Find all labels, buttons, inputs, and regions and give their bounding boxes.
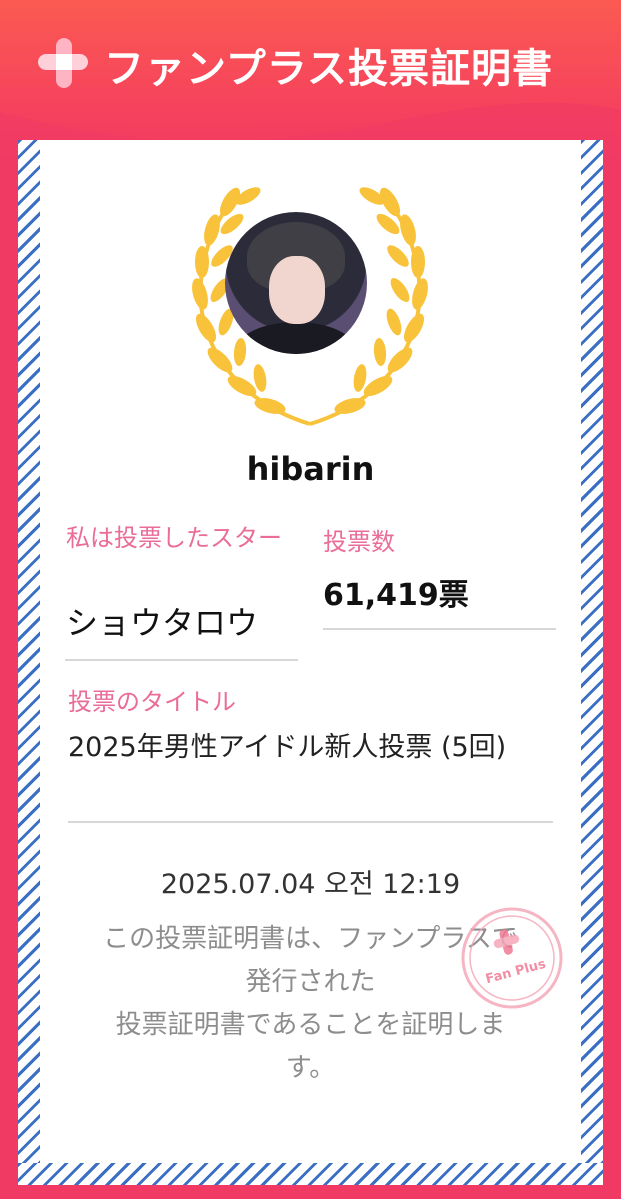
votes-label: 投票数 bbox=[323, 528, 395, 556]
vote-date: 2025.07.04 오전 12:19 bbox=[160, 869, 461, 900]
divider bbox=[65, 659, 298, 661]
certificate-line: 投票証明書であることを証明しま bbox=[115, 1010, 506, 1040]
votes-value: 61,419票 bbox=[323, 578, 469, 613]
page-title: ファンプラス投票証明書 bbox=[104, 46, 553, 92]
fanplus-cross-logo-icon bbox=[38, 38, 88, 88]
certificate-line: す。 bbox=[285, 1053, 336, 1083]
star-name: ショウタロウ bbox=[66, 604, 259, 642]
star-avatar bbox=[225, 212, 367, 354]
username: hibarin bbox=[246, 450, 375, 488]
star-label: 私は投票したスター bbox=[66, 524, 282, 552]
fanplus-stamp-icon: Fan Plus bbox=[461, 907, 563, 1009]
divider bbox=[323, 628, 556, 630]
vote-title-value: 2025年男性アイドル新人投票 (5回) bbox=[68, 732, 507, 763]
border-stripe-bottom bbox=[18, 1163, 603, 1185]
border-stripe-right bbox=[581, 140, 603, 1185]
stamp-text: Fan Plus bbox=[484, 957, 548, 988]
border-stripe-left bbox=[18, 140, 40, 1185]
certificate-card: hibarin 私は投票したスター ショウタロウ 投票数 61,419票 投票の… bbox=[18, 140, 603, 1185]
divider bbox=[68, 821, 553, 823]
vote-title-label: 投票のタイトル bbox=[68, 688, 236, 716]
